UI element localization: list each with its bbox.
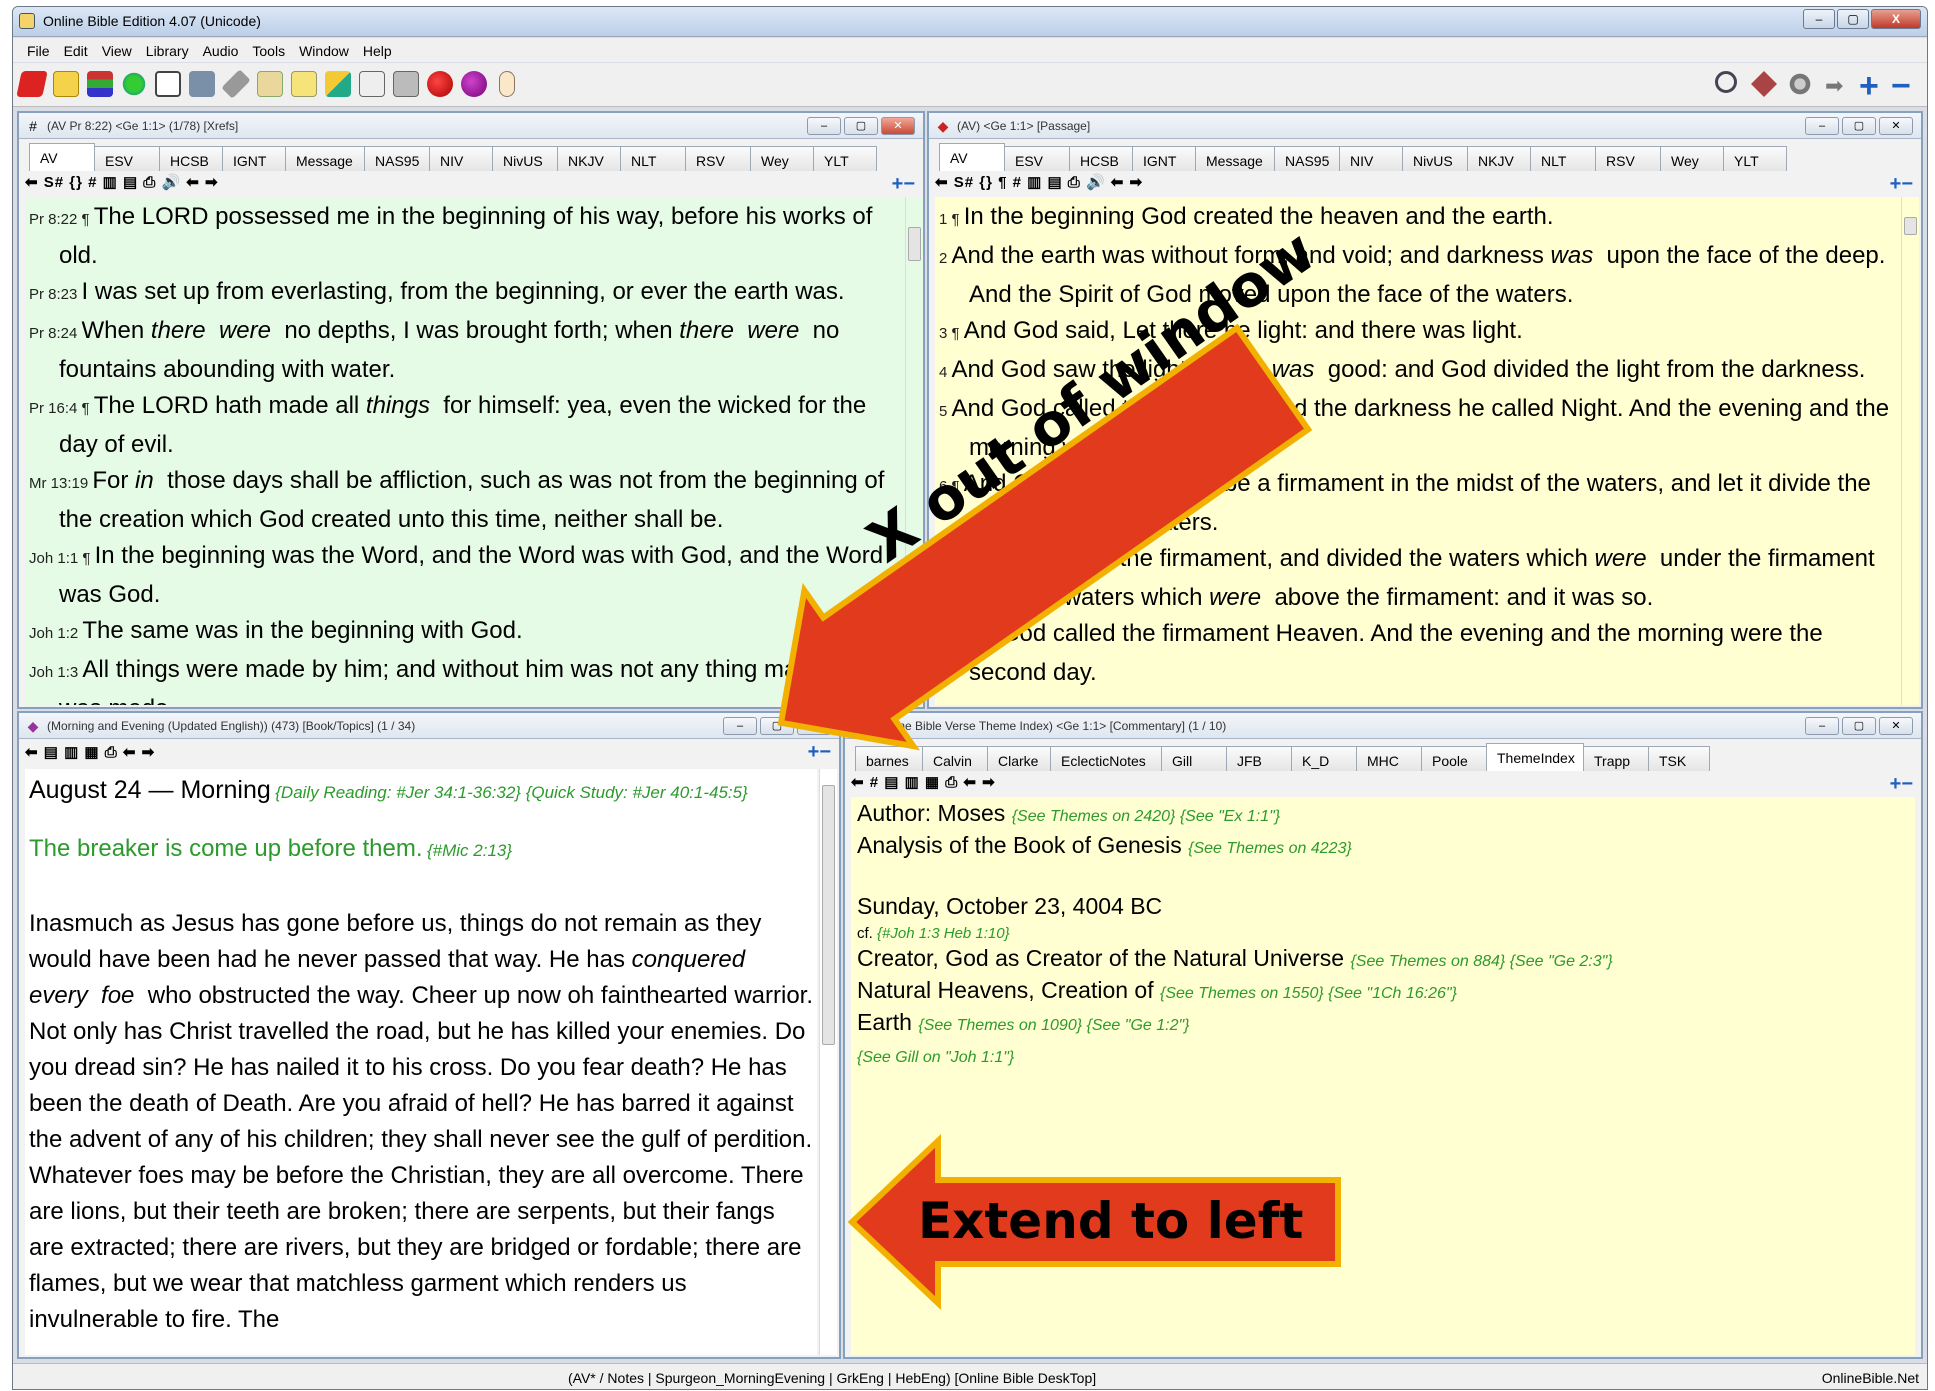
annotation-overlay <box>777 323 1341 1310</box>
extend-left-callout-text: Extend to left <box>918 1192 1304 1250</box>
x-out-arrow <box>777 323 1313 751</box>
